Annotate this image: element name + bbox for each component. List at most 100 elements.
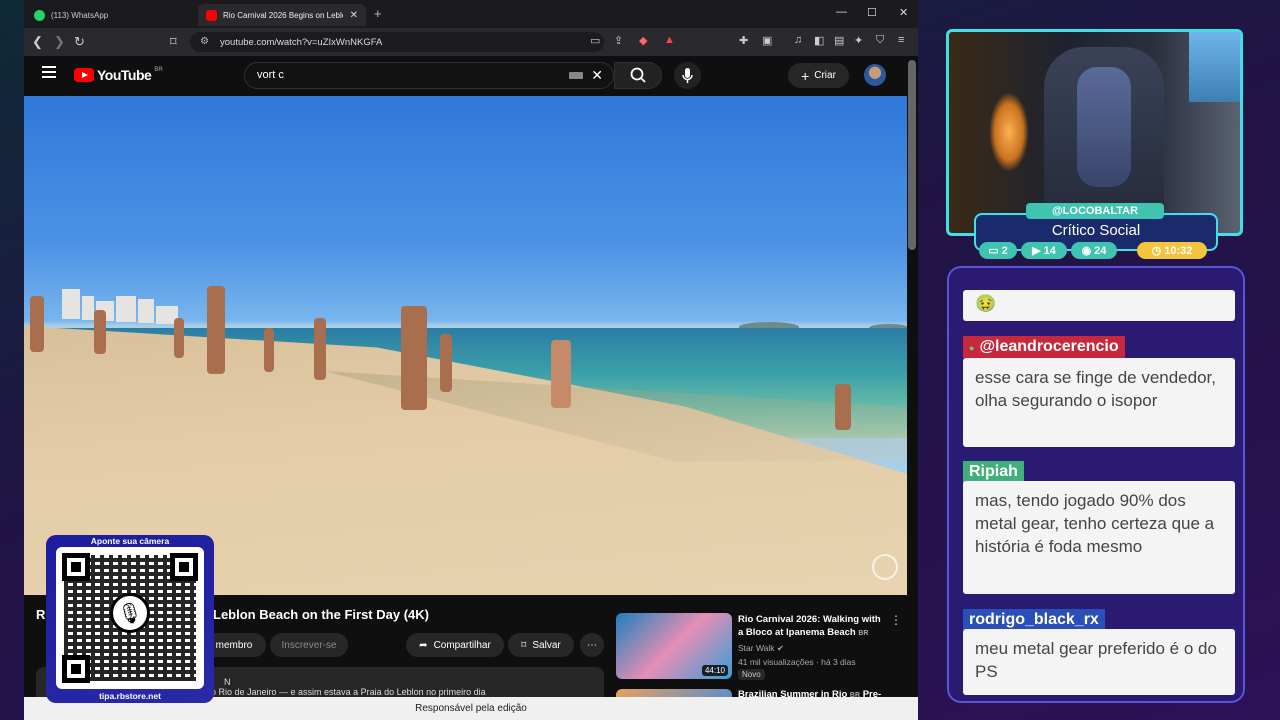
description-text: no Rio de Janeiro — e assim estava a Pra… [206, 687, 486, 697]
stat-value: 24 [1094, 244, 1107, 257]
minimize-icon[interactable]: — [836, 6, 847, 18]
chat-text: meu metal gear preferido é o do PS [975, 639, 1217, 681]
search-button[interactable] [614, 62, 662, 89]
description-heading: N [224, 677, 231, 687]
bookmark-icon[interactable]: ⌑ [170, 34, 177, 50]
streamer-handle: @LOCOBALTAR [1026, 203, 1164, 219]
stat-value: 2 [1001, 244, 1008, 257]
more-actions-button[interactable]: ⋯ [580, 633, 604, 657]
channel-name[interactable]: Star Walk ✔ [738, 643, 784, 654]
country-code: BR [154, 67, 163, 73]
wallet-icon[interactable]: ▤ [834, 34, 844, 47]
chat-message: 🤢 [963, 290, 1235, 321]
cast-icon[interactable]: ▭ [590, 34, 600, 47]
music-icon[interactable]: ♫ [794, 34, 802, 46]
subscribe-button[interactable]: Inscrever-se [270, 633, 348, 657]
url-field[interactable]: ⚙ youtube.com/watch?v=uZIxWnNKGFA [190, 32, 604, 52]
forward-icon[interactable]: ❯ [54, 34, 65, 50]
video-icon: ▶ [1032, 245, 1041, 257]
sidebar-icon[interactable]: ◧ [814, 34, 824, 47]
building [116, 296, 136, 322]
building [82, 296, 94, 320]
share-button[interactable]: ➦ Compartilhar [406, 633, 504, 657]
qr-url: tipa.rbstore.net [99, 691, 161, 701]
logo-text: YouTube [97, 67, 152, 83]
vpn-icon[interactable]: ⛉ [876, 34, 884, 47]
bookmark-save-icon: ⌑ [521, 639, 527, 651]
search-input[interactable]: vort c ✕ [244, 62, 614, 89]
save-button[interactable]: ⌑ Salvar [508, 633, 574, 657]
youtube-logo[interactable]: YouTube BR [74, 67, 163, 83]
person [401, 306, 427, 410]
user-icon: ● [969, 343, 975, 353]
youtube-favicon-icon [206, 9, 217, 21]
person [314, 318, 326, 380]
create-button[interactable]: + Criar [788, 63, 849, 88]
channel-text: Star Walk [738, 643, 775, 653]
new-tab-icon[interactable]: + [374, 6, 382, 21]
maximize-icon[interactable]: ☐ [867, 6, 877, 19]
screenshot-icon[interactable]: ▣ [762, 34, 772, 47]
recommended-title[interactable]: Rio Carnival 2026: Walking with a Bloco … [738, 613, 883, 640]
chat-message: esse cara se finge de vendedor, olha seg… [963, 358, 1235, 447]
keyboard-icon[interactable] [569, 72, 583, 79]
avatar[interactable] [864, 64, 886, 86]
youtube-play-icon [74, 68, 94, 82]
clear-search-icon[interactable]: ✕ [591, 63, 603, 88]
person [174, 318, 184, 358]
url-text: youtube.com/watch?v=uZIxWnNKGFA [220, 36, 383, 48]
voice-search-button[interactable] [674, 62, 701, 89]
join-label: membro [215, 639, 253, 651]
stat-chat: ▭ 2 [979, 242, 1017, 259]
video-player[interactable] [24, 96, 907, 595]
tab-whatsapp[interactable]: (113) WhatsApp [26, 4, 196, 26]
qr-finder [62, 553, 90, 581]
stat-uptime: ◷ 10:32 [1137, 242, 1207, 259]
chat-message: meu metal gear preferido é o do PS [963, 629, 1235, 695]
scrollbar[interactable] [908, 60, 916, 250]
more-options-icon[interactable]: ⋮ [890, 613, 902, 627]
hamburger-menu-icon[interactable] [42, 66, 56, 78]
person [835, 384, 851, 430]
back-icon[interactable]: ❮ [32, 34, 43, 50]
chat-username: rodrigo_black_rx [963, 609, 1105, 631]
stat-videos: ▶ 14 [1021, 242, 1067, 259]
person [440, 334, 452, 392]
close-tab-icon[interactable]: ✕ [350, 10, 358, 21]
stat-value: 10:32 [1164, 244, 1193, 257]
menu-icon[interactable]: ≡ [898, 34, 904, 46]
username-text: rodrigo_black_rx [969, 611, 1099, 628]
person [207, 286, 225, 374]
site-settings-icon[interactable]: ⚙ [200, 36, 209, 47]
chat-panel: 🤢 ● @leandrocerencio esse cara se finge d… [947, 266, 1245, 703]
window [1189, 32, 1240, 102]
person [30, 296, 44, 352]
microphone-icon [682, 68, 693, 83]
tab-youtube[interactable]: Rio Carnival 2026 Begins on Leblon ✕ [198, 4, 366, 26]
reload-icon[interactable]: ↻ [74, 34, 85, 50]
chat-text: mas, tendo jogado 90% dos metal gear, te… [975, 491, 1215, 556]
plus-icon: + [801, 67, 810, 84]
qr-caption: Aponte sua câmera [90, 536, 170, 546]
chair-back [1077, 67, 1131, 187]
podcast-mic-icon: 🎙 [110, 593, 150, 633]
brave-shield-icon[interactable]: ◆ [639, 34, 647, 47]
person [264, 328, 274, 372]
share-page-icon[interactable]: ⇪ [614, 34, 623, 47]
extensions-icon[interactable]: ✚ [739, 34, 748, 47]
share-label: Compartilhar [433, 639, 491, 651]
username-text: Ripiah [969, 463, 1018, 480]
subscribe-label: Inscrever-se [281, 639, 337, 651]
brave-rewards-icon[interactable]: ▲ [664, 34, 675, 46]
chat-icon: ▭ [988, 245, 999, 257]
tab-label: (113) WhatsApp [51, 10, 109, 20]
video-duration: 44:10 [701, 665, 728, 676]
viewers-icon: ◉ [1081, 245, 1092, 257]
ai-icon[interactable]: ✦ [854, 34, 863, 47]
close-window-icon[interactable]: ✕ [899, 6, 908, 19]
building [62, 289, 80, 319]
stat-viewers: ◉ 24 [1071, 242, 1117, 259]
video-thumbnail[interactable]: 44:10 [616, 613, 732, 679]
search-value: vort c [257, 69, 284, 81]
qr-code: 🎙 [56, 547, 204, 689]
